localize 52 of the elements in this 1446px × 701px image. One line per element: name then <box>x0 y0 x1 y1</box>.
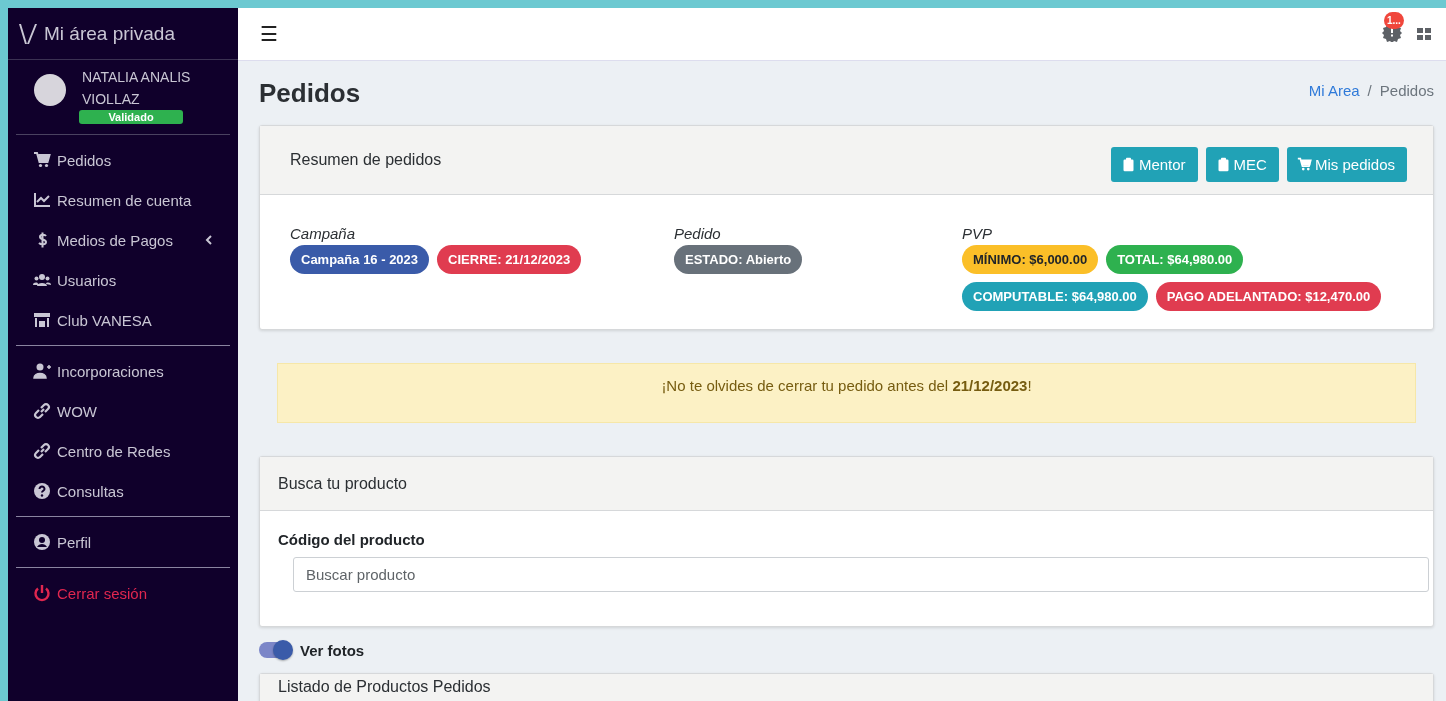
section-label: PVP <box>962 225 993 242</box>
breadcrumb-separator: / <box>1367 81 1372 99</box>
cart-icon <box>33 151 51 169</box>
notification-badge: 1... <box>1384 12 1404 29</box>
info-badge: PAGO ADELANTADO: $12,470.00 <box>1155 282 1382 311</box>
field-label: Código del producto <box>278 531 426 548</box>
info-badge: Campaña 16 - 2023 <box>290 245 430 274</box>
sidebar-item[interactable]: Cerrar sesión <box>16 573 230 613</box>
breadcrumb-link[interactable]: Mi Area <box>1308 81 1360 99</box>
info-badge: ESTADO: Abierto <box>674 245 803 274</box>
status-badge: Validado <box>79 110 183 124</box>
info-badge: COMPUTABLE: $64,980.00 <box>962 282 1148 311</box>
user-circle-icon <box>33 533 51 551</box>
user-name: NATALIA ANALIS VIOLLAZ <box>82 68 192 109</box>
users-icon <box>33 271 51 289</box>
store-icon <box>33 311 51 329</box>
cart-icon <box>1296 156 1312 172</box>
grid-icon[interactable] <box>1416 26 1432 42</box>
question-icon <box>33 482 51 500</box>
line-chart-icon <box>33 191 51 209</box>
breadcrumb-current: Pedidos <box>1379 81 1434 99</box>
avatar <box>34 74 66 106</box>
sidebar-item[interactable]: Usuarios <box>16 260 230 300</box>
brand-title: Mi área privada <box>44 22 175 45</box>
sidebar-item[interactable]: Pedidos <box>16 140 230 180</box>
card-title: Resumen de pedidos <box>290 151 442 169</box>
info-badge: TOTAL: $64,980.00 <box>1106 245 1244 274</box>
sidebar-item[interactable]: Medios de Pagos <box>16 220 230 260</box>
sidebar-item[interactable]: Perfil <box>16 522 230 562</box>
link-icon <box>33 442 51 460</box>
info-badge: MÍNIMO: $6,000.00 <box>962 245 1099 274</box>
info-badge: CIERRE: 21/12/2023 <box>437 245 582 274</box>
logo-icon <box>18 21 38 46</box>
search-field[interactable]: Buscar producto <box>293 557 1429 592</box>
section-label: Pedido <box>674 225 722 242</box>
toggle-label: Ver fotos <box>300 641 365 659</box>
sidebar-item[interactable]: WOW <box>16 391 230 431</box>
photos-toggle[interactable] <box>259 642 292 658</box>
card-title: Busca tu producto <box>278 474 407 493</box>
sidebar-item[interactable]: Consultas <box>16 471 230 511</box>
sidebar-item[interactable]: Incorporaciones <box>16 351 230 391</box>
power-icon <box>33 584 51 602</box>
user-plus-icon <box>33 362 51 380</box>
card-title: Listado de Productos Pedidos <box>278 678 491 696</box>
link-icon <box>33 402 51 420</box>
menu-button[interactable]: ☰ <box>260 22 278 46</box>
sidebar-item[interactable]: Resumen de cuenta <box>16 180 230 220</box>
section-label: Campaña <box>290 225 357 242</box>
page-title: Pedidos <box>259 77 361 109</box>
sidebar-item[interactable]: Centro de Redes <box>16 431 230 471</box>
sidebar-item[interactable]: Club VANESA <box>16 300 230 340</box>
reminder-alert: ¡No te olvides de cerrar tu pedido antes del 21/12/2023! <box>277 363 1416 423</box>
